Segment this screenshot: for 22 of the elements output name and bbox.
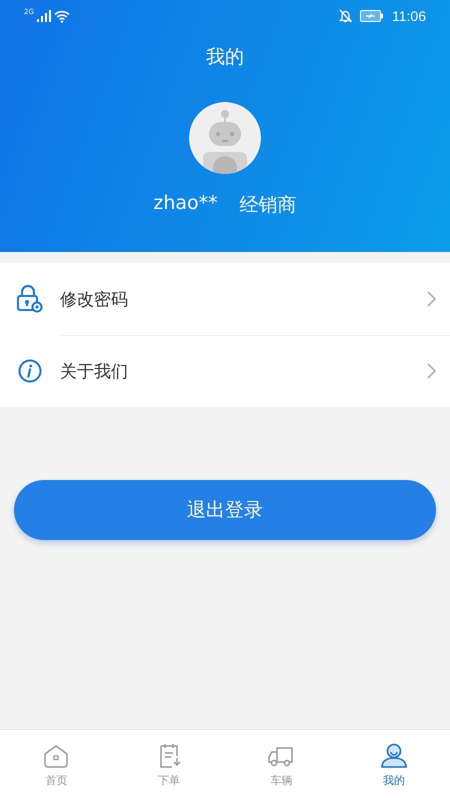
page-title: 我的 [206, 45, 244, 70]
menu-item[interactable]: 修改密码 [0, 263, 450, 335]
username: zhao** [153, 192, 218, 216]
tab[interactable]: 车辆 [225, 730, 338, 800]
tab[interactable]: 首页 [0, 730, 112, 800]
wifi-icon [54, 10, 70, 22]
info-icon [16, 359, 44, 383]
battery-icon [360, 10, 384, 22]
chevron-right-icon [427, 291, 436, 307]
user-role: 经销商 [240, 193, 297, 218]
clock-time: 11:06 [392, 8, 426, 24]
robot-avatar-icon [189, 102, 261, 174]
tab[interactable]: 我的 [338, 730, 450, 800]
bell-muted-icon [339, 9, 352, 23]
chevron-right-icon [427, 363, 436, 379]
signal-icon [36, 10, 51, 22]
logout-button[interactable]: 退出登录 [14, 480, 436, 540]
menu-item[interactable]: 关于我们 [0, 335, 450, 407]
user-icon [380, 742, 408, 768]
lock-gear-icon [16, 285, 44, 313]
tab[interactable]: 下单 [112, 730, 225, 800]
home-icon [43, 742, 70, 768]
